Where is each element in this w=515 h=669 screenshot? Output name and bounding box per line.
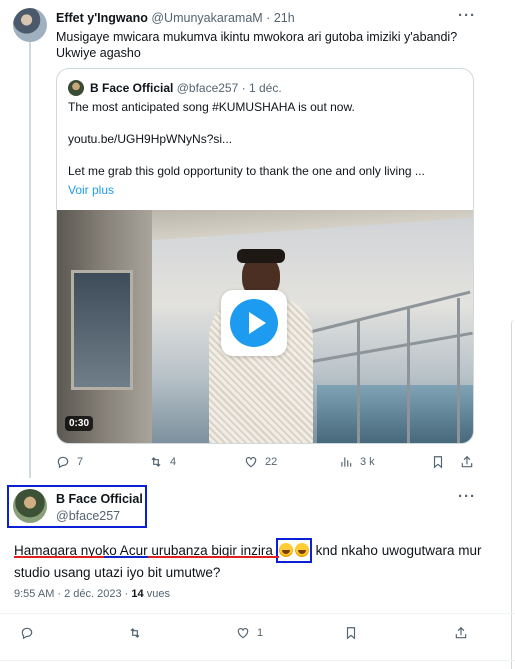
reply-count: 7 <box>77 456 84 468</box>
avatar[interactable] <box>13 489 47 523</box>
like-button[interactable]: 22 <box>244 455 277 469</box>
tweet-action-bar: 1 <box>14 626 484 646</box>
video-scene-post <box>407 308 410 443</box>
quoted-line: Let me grab this gold opportunity to tha… <box>68 164 425 178</box>
author-name[interactable]: B Face Official <box>56 492 143 506</box>
side-panel-edge <box>511 320 515 669</box>
video-scene-sea <box>317 385 473 443</box>
author-name: B Face Official <box>90 81 174 95</box>
video-scene-post <box>357 320 360 443</box>
underline-red <box>148 556 279 558</box>
repost-button[interactable] <box>128 626 142 640</box>
underline-red <box>14 556 104 558</box>
like-button[interactable]: 1 <box>236 626 263 640</box>
separator-dot: · <box>241 81 246 95</box>
repost-icon <box>151 457 161 467</box>
tweet-header: Effet y'Ingwano @UmunyakaramaM · 21h <box>56 11 295 25</box>
play-button[interactable] <box>221 290 287 356</box>
views-button[interactable]: 3 k <box>339 455 375 469</box>
share-icon <box>461 455 473 468</box>
quoted-tweet-card[interactable]: B Face Official @bface257 · 1 déc. The m… <box>56 68 474 444</box>
views-count: 3 k <box>360 456 375 468</box>
person-hat <box>237 249 285 263</box>
underline-blue <box>104 556 148 558</box>
tweet-text: Hamagara nyoko Acur urubanza bigir inzir… <box>14 538 484 582</box>
bookmark-icon <box>433 456 443 469</box>
reply-button[interactable]: 7 <box>56 455 83 469</box>
rofl-emoji-icon <box>278 543 293 557</box>
avatar[interactable] <box>13 8 47 42</box>
author-name[interactable]: Effet y'Ingwano <box>56 11 148 25</box>
repost-button[interactable]: 4 <box>149 455 176 469</box>
show-more-link[interactable]: Voir plus <box>68 183 114 197</box>
views-count: 14 <box>131 588 144 600</box>
quoted-line: The most anticipated song #KUMUSHAHA is … <box>68 100 355 114</box>
rofl-emoji-icon <box>294 543 309 557</box>
author-handle: @bface257 <box>176 81 239 95</box>
divider <box>0 660 515 661</box>
more-options-icon[interactable]: ··· <box>458 7 476 24</box>
video-scene-rail <box>311 331 473 363</box>
video-player[interactable]: 0:30 <box>57 210 473 443</box>
reply-icon <box>21 627 33 640</box>
video-duration: 0:30 <box>65 416 94 431</box>
tweet-time[interactable]: 21h <box>274 11 295 25</box>
separator-dot: · <box>266 11 271 25</box>
play-icon <box>230 299 278 347</box>
quoted-tweet-text: The most anticipated song #KUMUSHAHA is … <box>68 99 463 195</box>
bookmark-icon <box>346 627 356 640</box>
share-icon <box>455 626 467 639</box>
avatar <box>68 80 84 96</box>
share-button[interactable] <box>460 455 474 469</box>
tweet-text: Musigaye mwicara mukumva ikintu mwokora … <box>56 30 458 60</box>
repost-icon <box>130 628 140 638</box>
video-scene-roof <box>127 210 473 242</box>
share-button[interactable] <box>454 626 468 640</box>
tweet-timestamp[interactable]: 9:55 AM · 2 déc. 2023 · <box>14 588 128 600</box>
views-chart-icon <box>341 457 352 467</box>
video-scene-window <box>71 270 133 390</box>
emoji-pair <box>275 538 312 563</box>
heart-icon <box>245 457 257 468</box>
quoted-line: youtu.be/UGH9HpWNyNs?si... <box>68 132 233 146</box>
thread-connector-line <box>29 42 31 478</box>
views-label: vues <box>146 588 170 600</box>
reply-icon <box>57 456 69 469</box>
video-scene-rail <box>311 290 471 333</box>
tweet-meta: 9:55 AM · 2 déc. 2023 · 14 vues <box>14 588 170 600</box>
like-count: 1 <box>257 627 264 639</box>
more-options-icon[interactable]: ··· <box>458 488 476 505</box>
play-triangle-icon <box>249 312 266 334</box>
bookmark-button[interactable] <box>431 455 445 469</box>
author-handle[interactable]: @bface257 <box>56 509 120 523</box>
divider <box>0 613 515 614</box>
video-scene-post <box>457 298 460 443</box>
heart-icon <box>237 628 249 639</box>
bookmark-button[interactable] <box>344 626 358 640</box>
quoted-tweet-header: B Face Official @bface257 · 1 déc. <box>90 81 282 95</box>
like-count: 22 <box>265 456 278 468</box>
tweet-time: 1 déc. <box>248 81 282 95</box>
tweet-action-bar: 7 4 22 3 k <box>56 455 476 475</box>
author-handle[interactable]: @UmunyakaramaM <box>151 11 262 25</box>
reply-button[interactable] <box>20 626 34 640</box>
repost-count: 4 <box>170 456 177 468</box>
